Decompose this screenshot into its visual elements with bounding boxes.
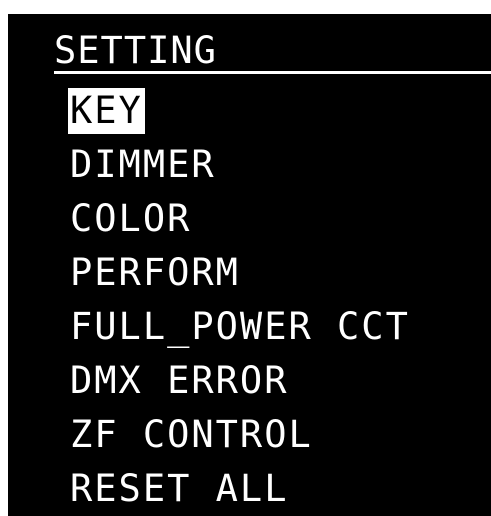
lcd-screen: SETTING KEY DIMMER COLOR PERFORM FULL_PO… bbox=[8, 14, 491, 516]
menu-item-label: COLOR bbox=[70, 197, 192, 240]
title-underline bbox=[54, 71, 491, 74]
menu-item-dmx-error[interactable]: DMX ERROR bbox=[68, 354, 412, 408]
menu-item-label: DIMMER bbox=[70, 143, 216, 186]
menu-item-label: PERFORM bbox=[70, 251, 240, 294]
menu-item-label: DMX ERROR bbox=[70, 359, 289, 402]
menu-item-zf-control[interactable]: ZF CONTROL bbox=[68, 408, 412, 462]
menu-item-full-power-cct[interactable]: FULL_POWER CCT bbox=[68, 300, 412, 354]
menu-item-label: RESET ALL bbox=[70, 467, 289, 510]
menu-item-perform[interactable]: PERFORM bbox=[68, 246, 412, 300]
menu-item-label: ZF CONTROL bbox=[70, 413, 313, 456]
settings-menu: KEY DIMMER COLOR PERFORM FULL_POWER CCT … bbox=[68, 84, 412, 516]
menu-item-dimmer[interactable]: DIMMER bbox=[68, 138, 412, 192]
menu-item-label: FULL_POWER CCT bbox=[70, 305, 410, 348]
menu-title: SETTING bbox=[54, 29, 217, 72]
menu-item-reset-all[interactable]: RESET ALL bbox=[68, 462, 412, 516]
menu-item-label: KEY bbox=[68, 88, 145, 134]
menu-item-color[interactable]: COLOR bbox=[68, 192, 412, 246]
menu-item-key[interactable]: KEY bbox=[68, 84, 412, 138]
